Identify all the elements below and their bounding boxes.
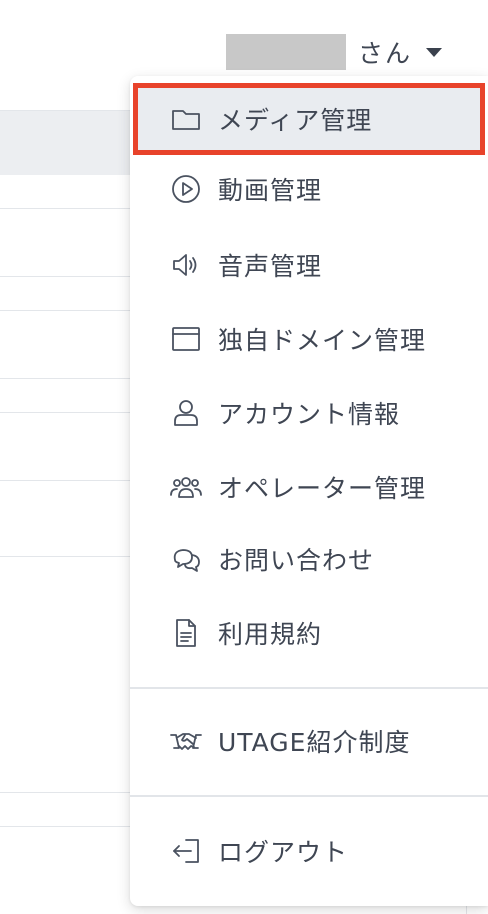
menu-item-label: 音声管理 xyxy=(218,252,323,281)
handshake-icon xyxy=(168,723,204,759)
menu-item-audio[interactable]: 音声管理 xyxy=(130,230,488,300)
menu-item-terms[interactable]: 利用規約 xyxy=(130,598,488,668)
menu-item-account[interactable]: アカウント情報 xyxy=(130,378,488,448)
browser-window-icon xyxy=(168,321,204,357)
document-icon xyxy=(168,615,204,651)
caret-down-icon[interactable] xyxy=(426,47,443,57)
menu-item-label: UTAGE紹介制度 xyxy=(218,728,411,757)
chat-bubbles-icon xyxy=(168,541,204,577)
menu-item-label: アカウント情報 xyxy=(218,400,401,429)
logout-icon xyxy=(168,833,204,869)
folder-icon xyxy=(168,101,204,137)
menu-divider xyxy=(130,795,488,797)
username-redacted xyxy=(226,34,346,70)
menu-item-label: メディア管理 xyxy=(218,106,373,135)
menu-item-label: お問い合わせ xyxy=(218,546,375,575)
menu-item-label: オペレーター管理 xyxy=(218,474,427,503)
menu-item-label: 独自ドメイン管理 xyxy=(218,326,427,355)
menu-item-operators[interactable]: オペレーター管理 xyxy=(130,452,488,522)
page: さん メディア管理 動画管理 音声管理 独自ドメイン管理 アカウント情報 オペレ… xyxy=(0,0,488,914)
menu-divider xyxy=(130,687,488,689)
menu-item-label: 利用規約 xyxy=(218,620,323,649)
speaker-icon xyxy=(168,247,204,283)
menu-item-video[interactable]: 動画管理 xyxy=(130,154,488,224)
play-circle-icon xyxy=(168,171,204,207)
user-dropdown-menu: メディア管理 動画管理 音声管理 独自ドメイン管理 アカウント情報 オペレーター… xyxy=(130,76,488,906)
menu-item-media[interactable]: メディア管理 xyxy=(133,83,485,155)
menu-item-label: 動画管理 xyxy=(218,176,323,205)
user-menu-toggle[interactable]: さん xyxy=(226,34,443,70)
menu-item-custom-domain[interactable]: 独自ドメイン管理 xyxy=(130,304,488,374)
menu-item-referral[interactable]: UTAGE紹介制度 xyxy=(130,706,488,776)
menu-item-label: ログアウト xyxy=(218,838,349,867)
user-suffix: さん xyxy=(358,39,413,68)
user-icon xyxy=(168,395,204,431)
menu-item-contact[interactable]: お問い合わせ xyxy=(130,524,488,594)
menu-item-logout[interactable]: ログアウト xyxy=(130,816,488,886)
users-group-icon xyxy=(168,469,204,505)
